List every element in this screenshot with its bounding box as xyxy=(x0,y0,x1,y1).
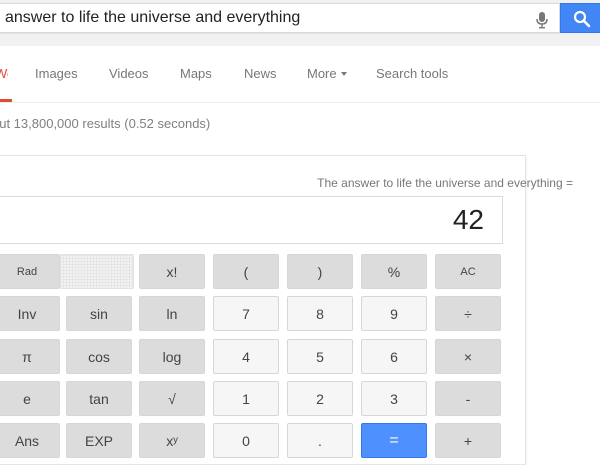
key-8[interactable]: 8 xyxy=(287,296,353,331)
search-tabs: Web Images Videos Maps News More Search … xyxy=(0,46,600,102)
key-e[interactable]: e xyxy=(0,381,60,416)
search-input[interactable]: answer to life the universe and everythi… xyxy=(0,3,560,33)
key-ln[interactable]: ln xyxy=(139,296,205,331)
key-4[interactable]: 4 xyxy=(213,339,279,374)
key-ans[interactable]: Ans xyxy=(0,423,60,458)
key-power[interactable]: xʸ xyxy=(139,423,205,458)
key-factorial[interactable]: x! xyxy=(139,254,205,289)
key-inv[interactable]: Inv xyxy=(0,296,60,331)
tab-news[interactable]: News xyxy=(244,66,277,81)
tab-web-label: Web xyxy=(0,66,8,80)
key-0[interactable]: 0 xyxy=(213,423,279,458)
results-stats-text: out 13,800,000 results (0.52 seconds) xyxy=(0,116,211,131)
key-1[interactable]: 1 xyxy=(213,381,279,416)
key-percent[interactable]: % xyxy=(361,254,427,289)
key-tan[interactable]: tan xyxy=(66,381,132,416)
key-5[interactable]: 5 xyxy=(287,339,353,374)
search-header: answer to life the universe and everythi… xyxy=(0,0,600,46)
key-cos[interactable]: cos xyxy=(66,339,132,374)
key-sqrt[interactable]: √ xyxy=(139,381,205,416)
key-pi[interactable]: π xyxy=(0,339,60,374)
tab-search-tools[interactable]: Search tools xyxy=(376,66,448,81)
tab-images[interactable]: Images xyxy=(35,66,78,81)
calculator-result: 42 xyxy=(452,204,484,235)
key-divide[interactable]: ÷ xyxy=(435,296,501,331)
tab-more[interactable]: More xyxy=(307,66,347,81)
key-equals[interactable]: = xyxy=(361,423,427,458)
tab-more-label: More xyxy=(307,66,337,81)
key-6[interactable]: 6 xyxy=(361,339,427,374)
key-2[interactable]: 2 xyxy=(287,381,353,416)
key-rad[interactable]: Rad xyxy=(0,254,60,289)
tab-web[interactable]: Web xyxy=(0,66,8,80)
key-add[interactable]: + xyxy=(435,423,501,458)
key-all-clear[interactable]: AC xyxy=(435,254,501,289)
magnifier-icon xyxy=(573,10,591,28)
key-subtract[interactable]: - xyxy=(435,381,501,416)
key-exp[interactable]: EXP xyxy=(66,423,132,458)
calculator-display: 42 xyxy=(0,196,503,244)
search-button[interactable] xyxy=(560,3,600,33)
key-multiply[interactable]: × xyxy=(435,339,501,374)
calculator-history: The answer to life the universe and ever… xyxy=(317,176,573,190)
results-stats: out 13,800,000 results (0.52 seconds) xyxy=(0,116,260,131)
key-deg[interactable] xyxy=(60,254,134,289)
header-divider xyxy=(0,102,600,103)
microphone-icon[interactable] xyxy=(534,11,550,29)
chevron-down-icon xyxy=(340,72,347,76)
key-7[interactable]: 7 xyxy=(213,296,279,331)
key-close-paren[interactable]: ) xyxy=(287,254,353,289)
tab-maps[interactable]: Maps xyxy=(180,66,212,81)
key-9[interactable]: 9 xyxy=(361,296,427,331)
key-log[interactable]: log xyxy=(139,339,205,374)
key-decimal[interactable]: . xyxy=(287,423,353,458)
key-3[interactable]: 3 xyxy=(361,381,427,416)
search-query-text: answer to life the universe and everythi… xyxy=(5,9,301,26)
tab-videos[interactable]: Videos xyxy=(109,66,149,81)
key-sin[interactable]: sin xyxy=(66,296,132,331)
key-open-paren[interactable]: ( xyxy=(213,254,279,289)
